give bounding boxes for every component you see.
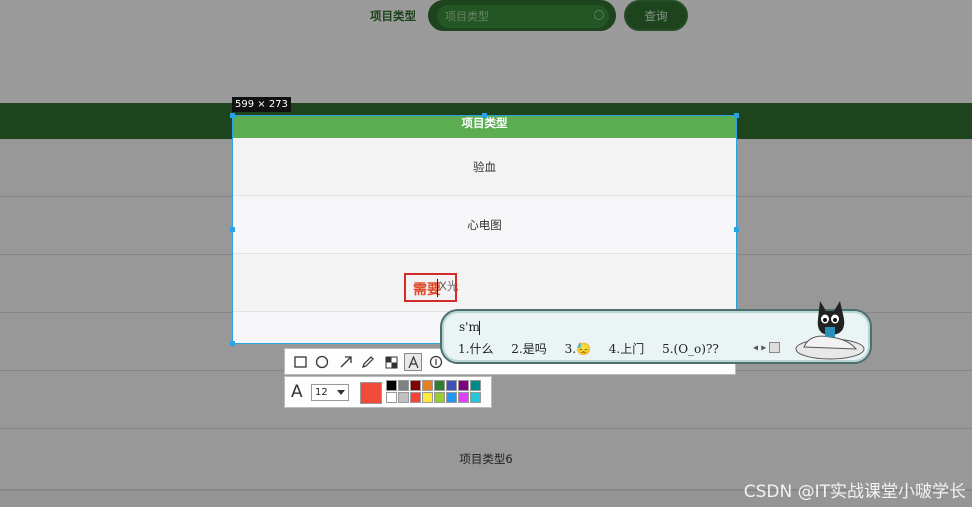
resize-handle[interactable] xyxy=(482,113,487,118)
pencil-tool-icon[interactable] xyxy=(359,353,377,371)
current-color-swatch[interactable] xyxy=(360,382,382,404)
resize-handle[interactable] xyxy=(734,113,739,118)
ime-candidate-window: s'm 1.什么 2.是吗 3.😓 4.上门 5.(O_o)?? ◂ ▸ xyxy=(440,301,872,364)
font-size-select[interactable]: 12 xyxy=(311,384,349,401)
ime-candidate-list: 1.什么 2.是吗 3.😓 4.上门 5.(O_o)?? xyxy=(458,340,733,357)
color-swatch[interactable] xyxy=(446,380,457,391)
capture-cell: 验血 xyxy=(473,160,496,174)
ime-menu-icon[interactable] xyxy=(769,342,781,353)
color-swatch[interactable] xyxy=(398,392,409,403)
ime-page-nav: ◂ ▸ xyxy=(753,342,781,354)
ime-candidate[interactable]: 4.上门 xyxy=(609,342,644,356)
capture-row xyxy=(233,254,736,312)
color-swatch[interactable] xyxy=(446,392,457,403)
font-icon: A xyxy=(291,382,303,402)
text-annotation-box[interactable]: 需要 xyxy=(404,273,457,302)
next-page-icon[interactable]: ▸ xyxy=(761,343,766,354)
color-palette xyxy=(386,380,481,403)
color-swatch[interactable] xyxy=(422,380,433,391)
text-caret xyxy=(437,279,438,297)
resize-handle[interactable] xyxy=(230,341,235,346)
color-swatch[interactable] xyxy=(410,392,421,403)
arrow-tool-icon[interactable] xyxy=(337,353,355,371)
text-tool-icon[interactable] xyxy=(404,353,422,371)
color-swatch[interactable] xyxy=(422,392,433,403)
chevron-down-icon xyxy=(337,390,345,395)
capture-row: 心电图 xyxy=(233,196,736,254)
resize-handle[interactable] xyxy=(230,113,235,118)
ime-candidate[interactable]: 1.什么 xyxy=(458,342,493,356)
ime-candidate[interactable]: 3.😓 xyxy=(565,342,591,356)
prev-page-icon[interactable]: ◂ xyxy=(753,343,758,354)
ime-candidate[interactable]: 5.(O_o)?? xyxy=(662,342,719,356)
color-swatch[interactable] xyxy=(398,380,409,391)
watermark: CSDN @IT实战课堂小啵学长 xyxy=(743,482,966,502)
text-style-toolbar: A 12 xyxy=(284,376,492,408)
color-swatch[interactable] xyxy=(386,380,397,391)
resize-handle[interactable] xyxy=(230,227,235,232)
capture-cell: 心电图 xyxy=(467,218,502,232)
color-swatch[interactable] xyxy=(386,392,397,403)
color-swatch[interactable] xyxy=(434,392,445,403)
resize-handle[interactable] xyxy=(734,227,739,232)
color-swatch[interactable] xyxy=(458,380,469,391)
capture-table-header: 项目类型 xyxy=(233,116,736,138)
ime-caret xyxy=(479,321,480,335)
ime-composition-text: s'm xyxy=(459,320,480,334)
capture-row: 验血 xyxy=(233,138,736,196)
color-swatch[interactable] xyxy=(434,380,445,391)
color-swatch[interactable] xyxy=(410,380,421,391)
capture-size-label: 599 × 273 xyxy=(232,97,291,112)
font-size-value: 12 xyxy=(315,387,328,398)
color-swatch[interactable] xyxy=(470,380,481,391)
color-swatch[interactable] xyxy=(458,392,469,403)
ime-candidate[interactable]: 2.是吗 xyxy=(511,342,546,356)
rectangle-tool-icon[interactable] xyxy=(291,353,309,371)
ellipse-tool-icon[interactable] xyxy=(313,353,331,371)
mosaic-tool-icon[interactable] xyxy=(382,353,400,371)
ime-mascot-icon xyxy=(795,301,865,360)
color-swatch[interactable] xyxy=(470,392,481,403)
